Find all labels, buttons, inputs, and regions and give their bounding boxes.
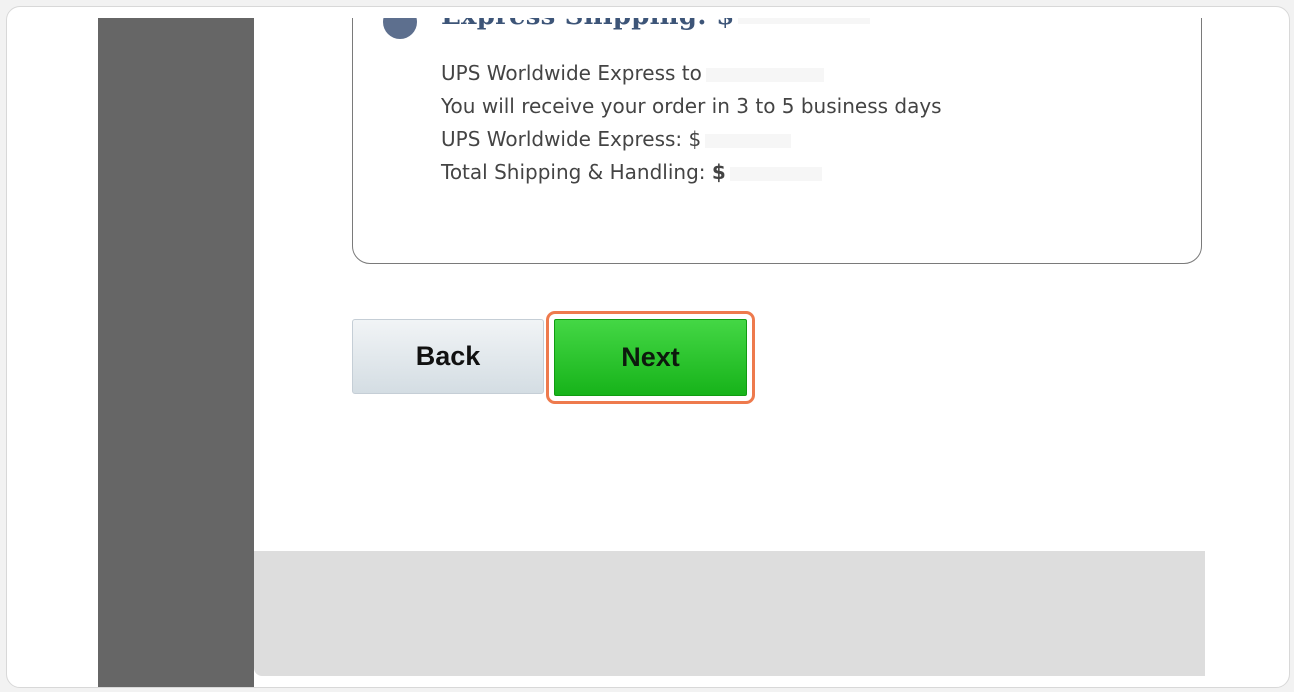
detail-line-delivery-time: You will receive your order in 3 to 5 bu… bbox=[441, 94, 942, 118]
detail-line-total: Total Shipping & Handling: $ bbox=[441, 156, 942, 189]
shipping-option-box: Express Shipping: $ UPS Worldwide Expres… bbox=[352, 18, 1202, 264]
shipping-option-title: Express Shipping: $ bbox=[441, 18, 871, 31]
next-button-label: Next bbox=[621, 342, 680, 372]
next-button[interactable]: Next bbox=[554, 319, 747, 396]
total-currency: $ bbox=[711, 160, 726, 184]
screenshot-frame: Express Shipping: $ UPS Worldwide Expres… bbox=[6, 6, 1290, 688]
redacted-destination bbox=[705, 67, 824, 82]
redacted-price bbox=[738, 18, 871, 24]
browser-viewport: Express Shipping: $ UPS Worldwide Expres… bbox=[98, 18, 1205, 687]
page-footer-bar bbox=[254, 551, 1205, 676]
carrier-price-text: UPS Worldwide Express: $ bbox=[441, 127, 702, 151]
shipping-radio-button[interactable] bbox=[383, 18, 417, 39]
redacted-total bbox=[729, 166, 822, 181]
shipping-option-title-text: Express Shipping: $ bbox=[441, 18, 734, 31]
back-button[interactable]: Back bbox=[352, 319, 544, 394]
total-label-text: Total Shipping & Handling: bbox=[441, 160, 712, 184]
shipping-details: UPS Worldwide Express to You will receiv… bbox=[441, 57, 942, 189]
carrier-text: UPS Worldwide Express to bbox=[441, 61, 702, 85]
detail-line-carrier: UPS Worldwide Express to bbox=[441, 57, 942, 90]
redacted-carrier-price bbox=[705, 133, 792, 148]
left-gutter bbox=[98, 18, 254, 687]
checkout-page: Express Shipping: $ UPS Worldwide Expres… bbox=[254, 18, 1205, 676]
detail-line-carrier-price: UPS Worldwide Express: $ bbox=[441, 123, 942, 156]
back-button-label: Back bbox=[415, 341, 481, 371]
